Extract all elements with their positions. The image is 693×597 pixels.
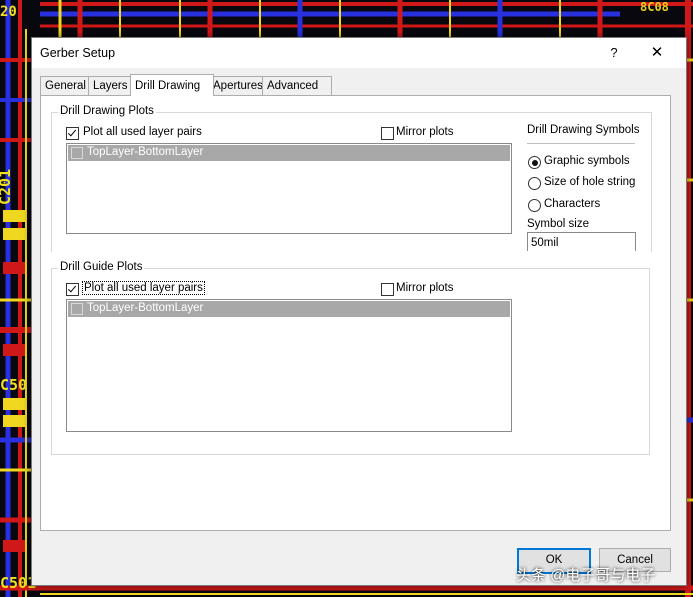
guide-plot-all-layer-pairs-label[interactable]: Plot all used layer pairs: [82, 281, 205, 295]
drill-drawing-symbols-title: Drill Drawing Symbols: [527, 124, 640, 136]
mirror-plots-checkbox[interactable]: [381, 127, 394, 140]
gerber-setup-dialog: Gerber Setup ? ✕ General Layers Drill Dr…: [31, 37, 687, 586]
characters-label[interactable]: Characters: [544, 198, 600, 210]
pcb-label-c50: C50: [0, 376, 28, 394]
guide-mirror-plots-label[interactable]: Mirror plots: [396, 282, 454, 294]
mirror-plots-label[interactable]: Mirror plots: [396, 126, 454, 138]
group-title-drill-guide-plots: Drill Guide Plots: [58, 261, 145, 273]
list-item[interactable]: TopLayer-BottomLayer: [68, 145, 510, 161]
help-button[interactable]: ?: [604, 43, 624, 63]
symbol-size-label: Symbol size: [527, 218, 589, 230]
plot-all-layer-pairs-label[interactable]: Plot all used layer pairs: [83, 126, 202, 138]
title-bar[interactable]: Gerber Setup ? ✕: [32, 38, 686, 68]
close-button[interactable]: ✕: [646, 42, 668, 64]
graphic-symbols-radio[interactable]: [528, 156, 541, 169]
guide-layer-pair-checkbox[interactable]: [71, 303, 83, 315]
pcb-label-top-left: 20: [0, 4, 17, 20]
tab-layers[interactable]: Layers: [88, 76, 136, 95]
symbols-separator: [527, 143, 635, 144]
tab-advanced[interactable]: Advanced: [262, 76, 332, 95]
layer-pair-label: TopLayer-BottomLayer: [87, 146, 204, 158]
list-item[interactable]: TopLayer-BottomLayer: [68, 301, 510, 317]
tab-general[interactable]: General: [40, 76, 90, 95]
graphic-symbols-label[interactable]: Graphic symbols: [544, 155, 630, 167]
symbol-size-input[interactable]: 50mil: [527, 232, 636, 251]
guide-mirror-plots-checkbox[interactable]: [381, 283, 394, 296]
tab-drill-drawing[interactable]: Drill Drawing: [130, 74, 214, 96]
layer-pairs-list[interactable]: TopLayer-BottomLayer: [66, 143, 512, 234]
guide-plot-all-layer-pairs-checkbox[interactable]: [66, 283, 79, 296]
watermark-text: 头条 @电子哥与电子: [516, 567, 656, 584]
guide-layer-pairs-list[interactable]: TopLayer-BottomLayer: [66, 299, 512, 432]
drill-guide-plots-group: Drill Guide Plots Plot all used layer pa…: [51, 261, 650, 455]
size-of-hole-string-label[interactable]: Size of hole string: [544, 176, 635, 188]
group-title-drill-drawing-plots: Drill Drawing Plots: [58, 105, 156, 117]
dialog-title: Gerber Setup: [40, 46, 116, 60]
drill-drawing-tab-page: Drill Drawing Plots Plot all used layer …: [40, 95, 671, 531]
pcb-label-top-right: 8C08: [640, 0, 669, 14]
plot-all-layer-pairs-checkbox[interactable]: [66, 127, 79, 140]
tab-apertures[interactable]: Apertures: [208, 76, 266, 95]
symbol-size-value: 50mil: [531, 237, 559, 249]
pcb-label-c201: C201: [0, 168, 14, 205]
layer-pair-checkbox[interactable]: [71, 147, 83, 159]
guide-layer-pair-label: TopLayer-BottomLayer: [87, 302, 204, 314]
size-of-hole-string-radio[interactable]: [528, 177, 541, 190]
characters-radio[interactable]: [528, 199, 541, 212]
